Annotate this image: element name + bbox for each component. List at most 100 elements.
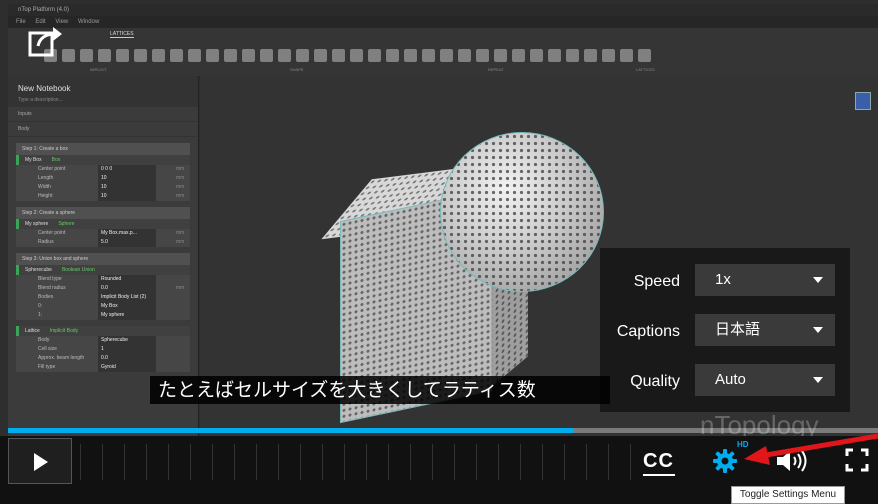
param-unit: [176, 336, 190, 345]
param-value[interactable]: Spherecube: [98, 336, 156, 345]
notebook-description[interactable]: Type a description...: [18, 97, 188, 103]
param-row: Cell size 1: [16, 345, 190, 354]
param-unit: mm: [176, 175, 185, 181]
block-name: Spherecube: [25, 267, 52, 273]
ribbon-tool-icon: [638, 48, 651, 62]
gear-icon[interactable]: [712, 448, 738, 474]
speed-select[interactable]: 1x: [695, 264, 835, 296]
timeline-ticks: [80, 444, 640, 480]
captions-label: Captions: [616, 323, 680, 340]
param-value[interactable]: Rounded: [98, 275, 156, 284]
block-header[interactable]: Spherecube Boolean Union: [16, 265, 190, 275]
chevron-down-icon: [813, 377, 823, 383]
param-value[interactable]: Gyroid: [98, 363, 156, 372]
param-unit: mm: [176, 230, 185, 236]
param-row: Fill type Gyroid: [16, 363, 190, 372]
ribbon-tabs: LATTICES: [8, 28, 878, 40]
speed-label: Speed: [633, 273, 680, 290]
param-value[interactable]: 10: [98, 192, 156, 201]
param-unit: [176, 311, 190, 320]
progress-fill: [8, 428, 574, 433]
app-titlebar: nTop Platform (4.0): [8, 4, 878, 16]
ribbon-group-shape: SHAPE: [290, 67, 304, 72]
param-value[interactable]: Implicit Body List (2): [98, 293, 156, 302]
ribbon-tab-lattices: LATTICES: [110, 31, 134, 38]
param-value[interactable]: My sphere: [98, 311, 156, 320]
param-row: Center point 0 0 0 mm: [16, 165, 190, 174]
block-header[interactable]: My Box Box: [16, 155, 190, 165]
param-value[interactable]: 0 0 0: [98, 165, 156, 174]
ribbon-tool-icon: [548, 48, 561, 62]
step-title: Step 3: Union box and sphere: [16, 253, 190, 265]
view-cube-icon[interactable]: [855, 92, 871, 110]
param-value[interactable]: 5.0: [98, 238, 156, 247]
notebook-title[interactable]: New Notebook: [18, 84, 188, 93]
ribbon-group-repeat: REPEAT: [488, 67, 504, 72]
param-row: Blend type Rounded: [16, 275, 190, 284]
ribbon-tool-icon: [98, 48, 111, 62]
section-body[interactable]: Body: [8, 122, 198, 137]
param-value[interactable]: 10: [98, 174, 156, 183]
param-unit: [176, 302, 190, 311]
param-label: Center point: [38, 230, 66, 236]
param-unit: [176, 275, 190, 284]
chevron-down-icon: [813, 327, 823, 333]
param-unit: [176, 345, 190, 354]
param-row: Center point My Box.max.p... mm: [16, 229, 190, 238]
param-row: Approx. beam length 0.0: [16, 354, 190, 363]
block-type: Box: [51, 157, 61, 163]
param-label: Cell size: [38, 346, 57, 352]
param-value[interactable]: My Box.max.p...: [98, 229, 156, 238]
share-icon[interactable]: [26, 24, 64, 60]
red-arrow-icon: [744, 433, 878, 465]
block-header[interactable]: My sphere Sphere: [16, 219, 190, 229]
lattice-sphere: [440, 132, 604, 292]
param-row: Length 10 mm: [16, 174, 190, 183]
param-row: 0: My Box: [16, 302, 190, 311]
ribbon-tool-icon: [368, 48, 381, 62]
param-value[interactable]: 0.0: [98, 354, 156, 363]
ribbon-tool-icon: [350, 48, 363, 62]
param-value[interactable]: My Box: [98, 302, 156, 311]
block-type: Boolean Union: [61, 267, 95, 273]
captions-value: 日本語: [715, 321, 761, 338]
ribbon-tool-icon: [116, 48, 129, 62]
captions-row: Captions 日本語: [600, 314, 850, 348]
quality-select[interactable]: Auto: [695, 364, 835, 396]
ribbon-tool-icon: [224, 48, 237, 62]
param-value[interactable]: 1: [98, 345, 156, 354]
param-label: Fill type: [38, 364, 56, 370]
quality-value: Auto: [715, 371, 746, 388]
ribbon-tool-icon: [566, 48, 579, 62]
param-label: 0:: [38, 303, 43, 309]
param-label: Radius: [38, 239, 54, 245]
notebook-step: Lattice Implicit Body Body Spherecube Cell…: [16, 326, 190, 372]
param-value[interactable]: 10: [98, 183, 156, 192]
play-button[interactable]: [8, 438, 72, 484]
captions-select[interactable]: 日本語: [695, 314, 835, 346]
param-value[interactable]: 0.0: [98, 284, 156, 293]
notebook-step: Step 2: Create a sphere My sphere Sphere …: [16, 207, 190, 247]
ribbon-group-implicit: IMPLICIT: [90, 67, 107, 72]
ribbon-tool-icon: [584, 48, 597, 62]
ribbon-tool-icon: [620, 48, 633, 62]
param-unit: [176, 293, 190, 302]
block-name: My sphere: [25, 221, 49, 227]
ribbon-tool-icon: [260, 48, 273, 62]
param-label: Width: [38, 184, 51, 190]
app-menubar: File Edit View Window: [8, 16, 878, 28]
param-unit: [176, 363, 190, 372]
param-row: Height 10 mm: [16, 192, 190, 201]
block-type: Implicit Body: [49, 328, 79, 334]
block-header[interactable]: Lattice Implicit Body: [16, 326, 190, 336]
section-inputs[interactable]: Inputs: [8, 107, 198, 122]
video-frame[interactable]: nTop Platform (4.0) File Edit View Windo…: [0, 0, 878, 436]
quality-label: Quality: [630, 373, 680, 390]
ribbon-tool-icon: [458, 48, 471, 62]
block-name: My Box: [25, 157, 42, 163]
cc-button[interactable]: CC: [643, 448, 675, 476]
param-row: Blend radius 0.0 mm: [16, 284, 190, 293]
quality-row: Quality Auto: [600, 364, 850, 398]
notebook-step: Step 3: Union box and sphere Spherecube B…: [16, 253, 190, 320]
param-label: Center point: [38, 166, 66, 172]
